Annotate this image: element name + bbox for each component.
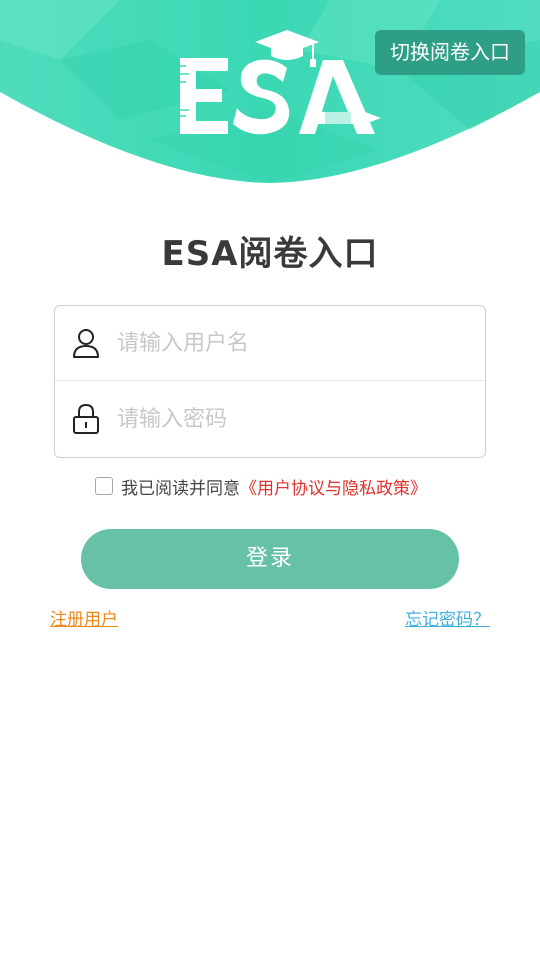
lock-icon — [73, 404, 99, 434]
login-button[interactable]: 登录 — [81, 529, 459, 589]
username-row — [55, 306, 485, 381]
password-row — [55, 382, 485, 457]
page-title: ESA阅卷入口 — [161, 234, 379, 274]
register-link[interactable]: 注册用户 — [50, 605, 118, 630]
agreement-row: 我已阅读并同意 《用户协议与隐私政策》 — [95, 474, 427, 499]
forgot-password-link[interactable]: 忘记密码？ — [405, 605, 490, 630]
login-form — [54, 305, 486, 458]
username-input[interactable] — [117, 320, 467, 366]
agreement-text: 我已阅读并同意 — [121, 478, 240, 499]
password-input[interactable] — [117, 396, 467, 442]
user-icon — [73, 329, 99, 358]
switch-entrance-button[interactable]: 切换阅卷入口 — [375, 30, 525, 75]
esa-logo — [180, 30, 381, 135]
agreement-link[interactable]: 《用户协议与隐私政策》 — [240, 474, 427, 499]
agreement-checkbox[interactable] — [95, 477, 113, 495]
